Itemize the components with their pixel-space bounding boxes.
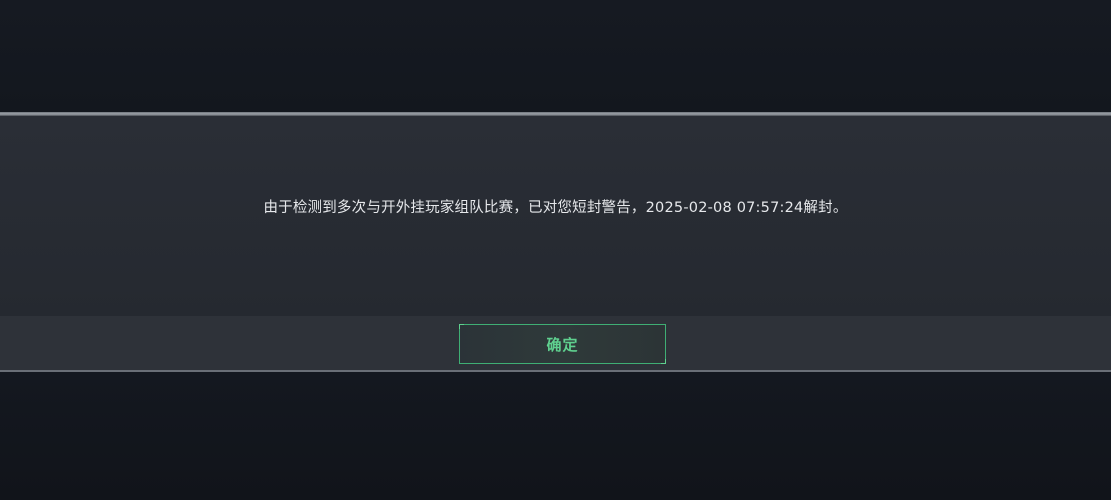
button-corner-decoration [459, 324, 464, 329]
confirm-button[interactable]: 确定 [459, 324, 666, 364]
button-corner-decoration [661, 359, 666, 364]
confirm-button-label: 确定 [546, 335, 579, 354]
dimmed-backdrop-bottom [0, 372, 1111, 500]
game-screen: 由于检测到多次与开外挂玩家组队比赛，已对您短封警告，2025-02-08 07:… [0, 0, 1111, 500]
ban-warning-dialog: 由于检测到多次与开外挂玩家组队比赛，已对您短封警告，2025-02-08 07:… [0, 112, 1111, 372]
dialog-footer: 确定 [0, 316, 1111, 371]
dimmed-backdrop-top [0, 0, 1111, 112]
ban-warning-message: 由于检测到多次与开外挂玩家组队比赛，已对您短封警告，2025-02-08 07:… [263, 200, 848, 216]
dialog-body: 由于检测到多次与开外挂玩家组队比赛，已对您短封警告，2025-02-08 07:… [0, 116, 1111, 316]
